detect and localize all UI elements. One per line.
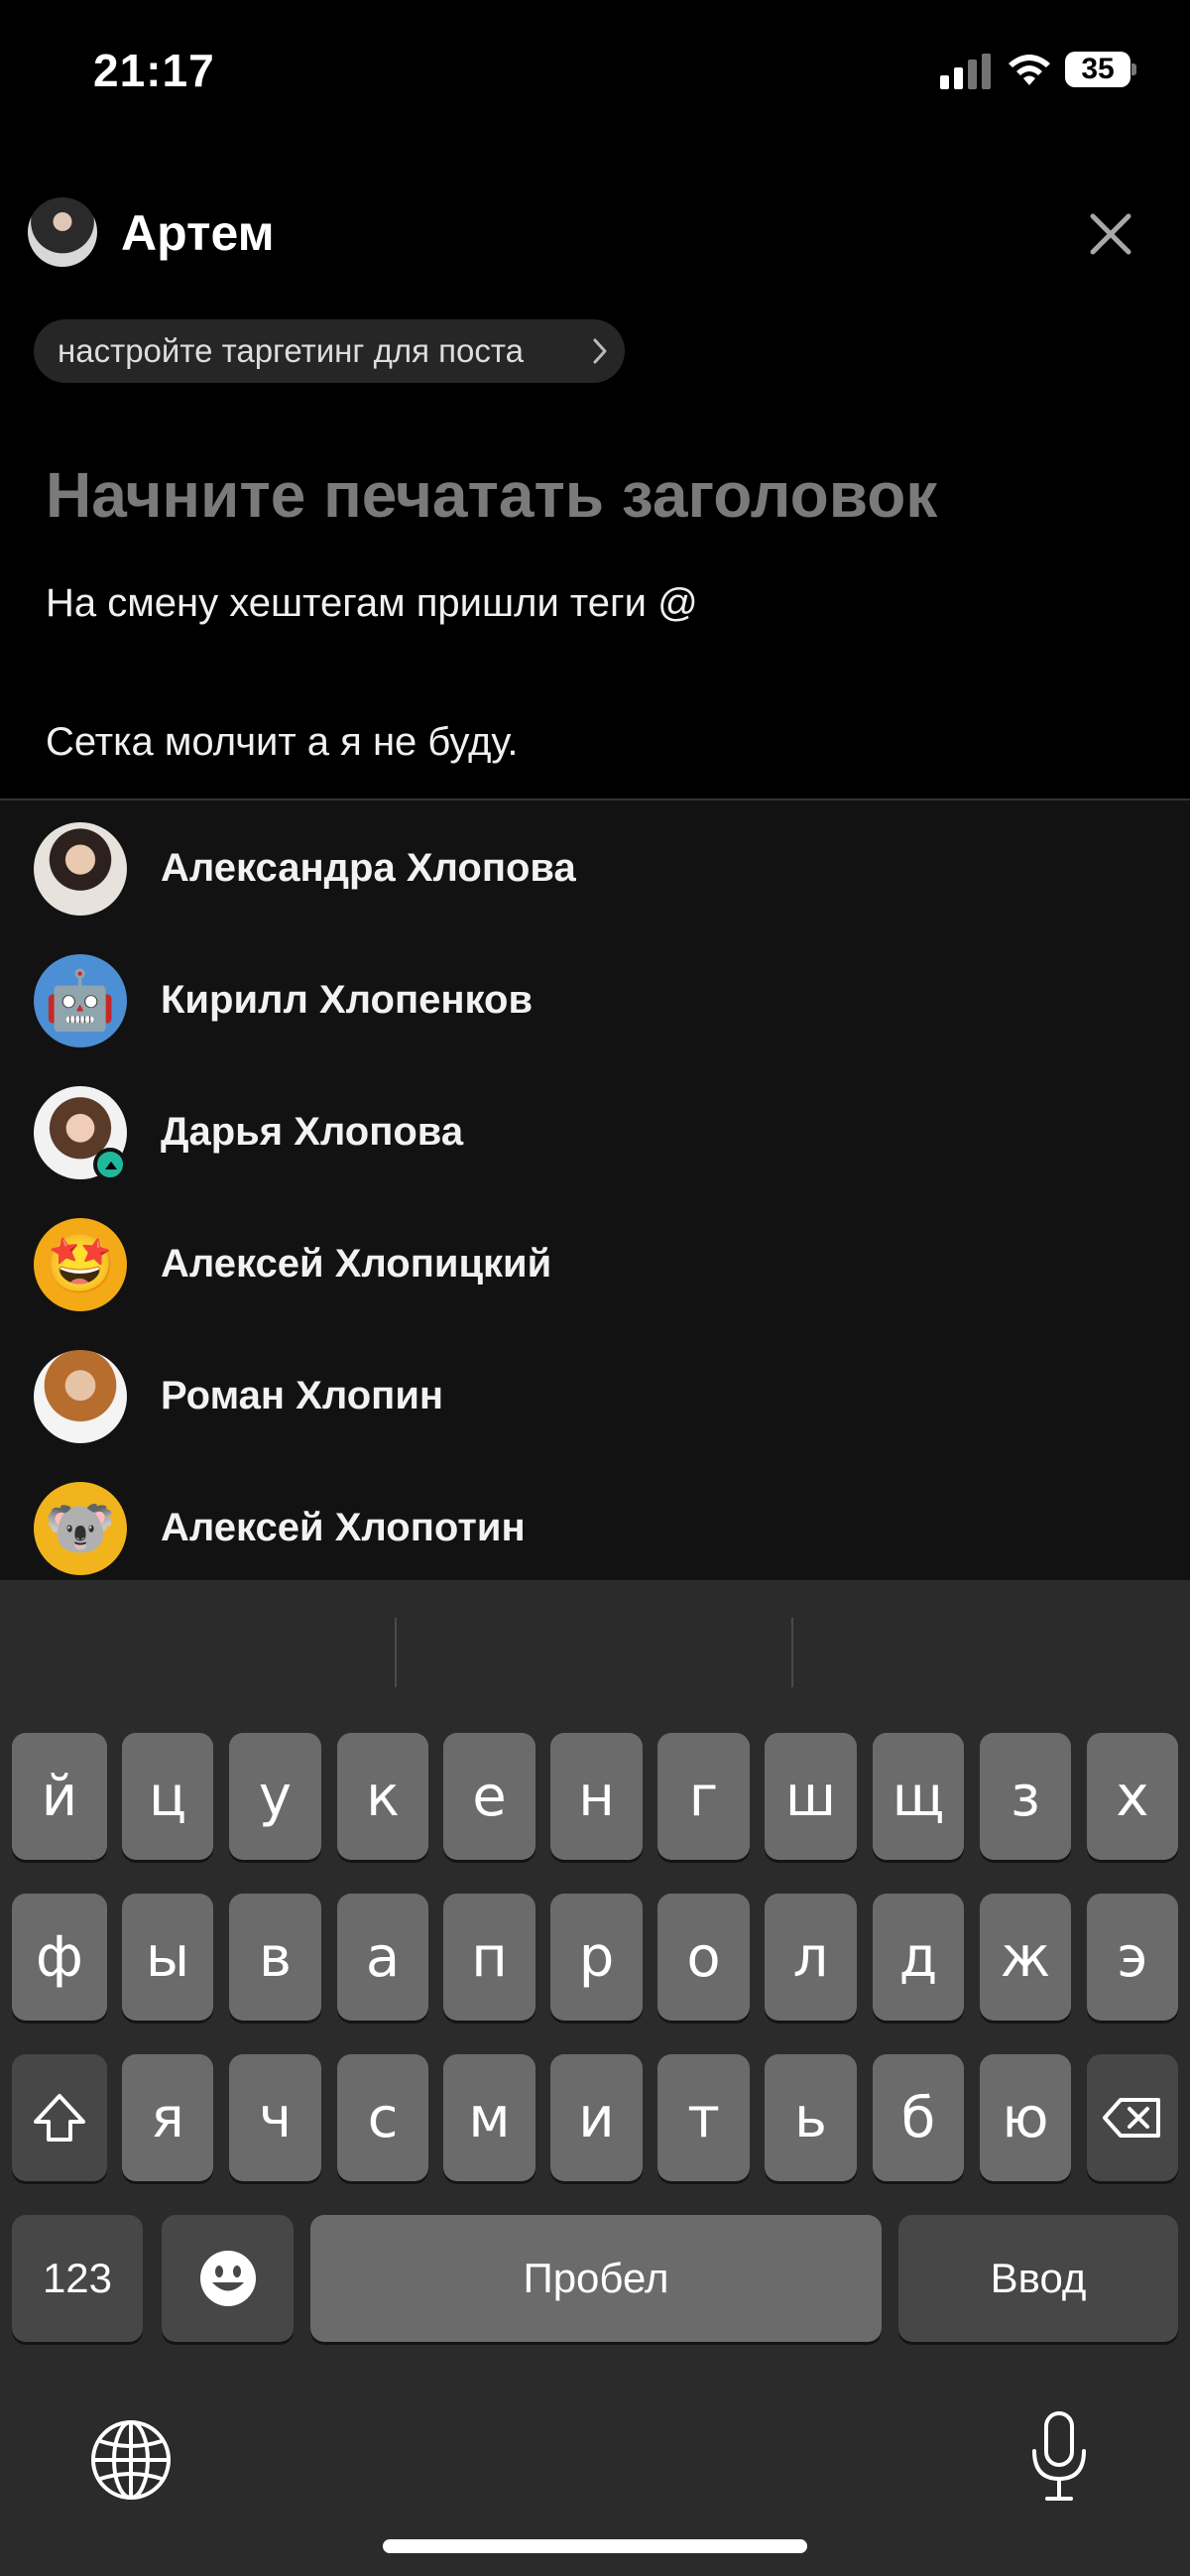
battery-level: 35 — [1065, 52, 1130, 87]
mention-name: Роман Хлопин — [161, 1374, 444, 1417]
wifi-icon — [1009, 55, 1050, 85]
key[interactable]: у — [229, 1733, 321, 1860]
return-key[interactable]: Ввод — [898, 2215, 1178, 2342]
key[interactable]: х — [1087, 1733, 1178, 1860]
post-title-input[interactable]: Начните печатать заголовок — [46, 458, 937, 532]
delete-key[interactable] — [1087, 2054, 1178, 2181]
shift-key[interactable] — [12, 2054, 107, 2181]
backspace-icon — [1103, 2098, 1160, 2138]
post-body-line[interactable]: На смену хештегам пришли теги @ — [46, 581, 698, 626]
key[interactable]: я — [122, 2054, 213, 2181]
globe-icon[interactable] — [87, 2416, 175, 2504]
koala-avatar-icon: 🐨 — [34, 1482, 127, 1575]
mention-item[interactable]: Роман Хлопин — [0, 1328, 1190, 1460]
key[interactable]: ы — [122, 1894, 213, 2021]
key[interactable]: щ — [873, 1733, 964, 1860]
mention-name: Алексей Хлопицкий — [161, 1242, 552, 1286]
robot-avatar-icon: 🤖 — [34, 954, 127, 1047]
home-indicator — [383, 2539, 807, 2553]
suggestion-divider — [395, 1618, 397, 1687]
mention-item[interactable]: Александра Хлопова — [0, 800, 1190, 932]
suggestion-divider — [791, 1618, 793, 1687]
key[interactable]: о — [657, 1894, 750, 2021]
post-body-line[interactable]: Сетка молчит а я не буду. — [46, 720, 519, 765]
mention-name: Алексей Хлопотин — [161, 1506, 526, 1549]
key[interactable]: ь — [765, 2054, 857, 2181]
post-header: Артем — [0, 188, 1190, 278]
space-key[interactable]: Пробел — [310, 2215, 882, 2342]
shift-icon — [34, 2094, 85, 2142]
targeting-label: настройте таргетинг для поста — [58, 332, 524, 369]
key[interactable]: ф — [12, 1894, 107, 2021]
key[interactable]: е — [443, 1733, 536, 1860]
author-name[interactable]: Артем — [121, 204, 275, 262]
close-icon[interactable] — [1081, 204, 1140, 264]
cellular-signal-icon — [940, 54, 992, 89]
key[interactable]: з — [980, 1733, 1071, 1860]
star-struck-avatar-icon: 🤩 — [34, 1218, 127, 1311]
key[interactable]: в — [229, 1894, 321, 2021]
emoji-icon — [199, 2251, 256, 2306]
key[interactable]: ю — [980, 2054, 1071, 2181]
key[interactable]: а — [337, 1894, 428, 2021]
user-avatar — [34, 822, 127, 916]
key[interactable]: й — [12, 1733, 107, 1860]
status-time: 21:17 — [93, 45, 215, 96]
mention-name: Кирилл Хлопенков — [161, 978, 534, 1022]
numbers-key[interactable]: 123 — [12, 2215, 143, 2342]
mention-name: Дарья Хлопова — [161, 1110, 464, 1154]
key[interactable]: э — [1087, 1894, 1178, 2021]
key[interactable]: п — [443, 1894, 536, 2021]
key[interactable]: д — [873, 1894, 964, 2021]
key[interactable]: к — [337, 1733, 428, 1860]
key[interactable]: и — [550, 2054, 643, 2181]
user-avatar — [34, 1350, 127, 1443]
premium-badge-icon — [93, 1148, 127, 1181]
mention-item[interactable]: 🤩 Алексей Хлопицкий — [0, 1196, 1190, 1328]
chevron-right-icon — [593, 338, 607, 364]
key[interactable]: н — [550, 1733, 643, 1860]
status-bar: 21:17 35 — [0, 0, 1190, 139]
key[interactable]: м — [443, 2054, 536, 2181]
emoji-key[interactable] — [162, 2215, 294, 2342]
battery-icon: 35 — [1065, 52, 1136, 87]
mention-item[interactable]: 🤖 Кирилл Хлопенков — [0, 932, 1190, 1064]
mention-item[interactable]: Дарья Хлопова — [0, 1064, 1190, 1196]
key[interactable]: г — [657, 1733, 750, 1860]
key[interactable]: б — [873, 2054, 964, 2181]
mention-name: Александра Хлопова — [161, 846, 576, 890]
key[interactable]: л — [765, 1894, 857, 2021]
author-avatar[interactable] — [28, 197, 97, 267]
keyboard: й ц у к е н г ш щ з х ф ы в а п р о л д … — [0, 1580, 1190, 2576]
microphone-icon[interactable] — [1027, 2409, 1091, 2505]
targeting-button[interactable]: настройте таргетинг для поста — [34, 319, 625, 383]
mention-item[interactable]: 🐨 Алексей Хлопотин — [0, 1460, 1190, 1580]
key[interactable]: ш — [765, 1733, 857, 1860]
key[interactable]: ж — [980, 1894, 1071, 2021]
key[interactable]: р — [550, 1894, 643, 2021]
key[interactable]: ц — [122, 1733, 213, 1860]
key[interactable]: ч — [229, 2054, 321, 2181]
key[interactable]: т — [657, 2054, 750, 2181]
key[interactable]: с — [337, 2054, 428, 2181]
mention-suggestions: Александра Хлопова 🤖 Кирилл Хлопенков Да… — [0, 798, 1190, 1580]
